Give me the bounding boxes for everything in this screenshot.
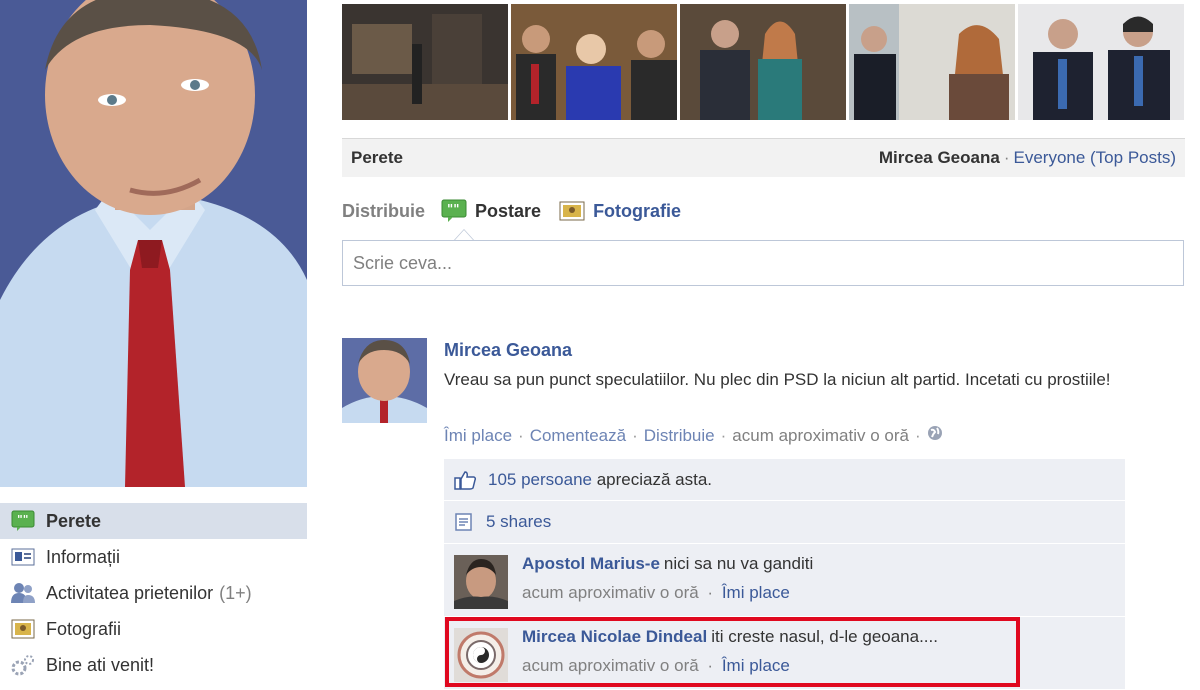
comment-author-name[interactable]: Mircea Nicolae Dindeal xyxy=(522,627,707,646)
tab-label: Postare xyxy=(475,200,542,221)
nav-label: Fotografii xyxy=(46,618,122,639)
separator-dot: · xyxy=(632,425,638,445)
svg-text:"": "" xyxy=(447,202,460,216)
tab-postare[interactable]: "" Postare xyxy=(441,199,541,223)
nav-item-informatii[interactable]: Informații xyxy=(0,539,307,575)
shares-summary: 5 shares xyxy=(444,501,1125,544)
nav-count: (1+) xyxy=(219,582,252,603)
comment-author-avatar[interactable] xyxy=(454,628,508,682)
composer-tabs: Distribuie "" Postare Fotografie xyxy=(342,196,699,226)
separator-dot: · xyxy=(1003,148,1010,167)
thumbs-up-icon xyxy=(454,470,476,490)
friends-icon xyxy=(10,582,36,604)
nav-item-perete[interactable]: "" Perete xyxy=(0,503,307,539)
info-icon xyxy=(10,546,36,568)
wall-header: Perete Mircea Geoana · Everyone (Top Posts… xyxy=(342,138,1185,177)
nav-label: Perete xyxy=(46,510,102,531)
composer-input[interactable] xyxy=(342,240,1184,286)
wall-owner-name[interactable]: Mircea Geoana xyxy=(879,148,1000,167)
photo-icon xyxy=(559,200,585,222)
comment-body: Apostol Marius-e nici sa nu va ganditi xyxy=(522,554,813,574)
wall-filter-link[interactable]: Everyone (Top Posts) xyxy=(1013,148,1176,167)
post-feedback: 105 persoane apreciază asta. 5 shares Ap… xyxy=(444,459,1125,690)
comment-item: Apostol Marius-e nici sa nu va ganditi ac… xyxy=(444,544,1125,617)
comment-meta: acum aproximativ o oră · Îmi place xyxy=(522,656,790,676)
separator-dot: · xyxy=(518,425,524,445)
status-icon: "" xyxy=(441,199,467,223)
post-author-avatar[interactable] xyxy=(342,338,427,423)
recent-photos-strip xyxy=(342,4,1185,120)
nav-label: Bine ati venit! xyxy=(46,654,155,675)
comment-text: nici sa nu va ganditi xyxy=(663,554,814,573)
comment-meta: acum aproximativ o oră · Îmi place xyxy=(522,583,790,603)
left-navigation: "" Perete Informații Activitatea prieten… xyxy=(0,503,307,683)
composer-caret xyxy=(454,229,474,240)
left-column: "" Perete Informații Activitatea prieten… xyxy=(0,0,307,676)
profile-portrait-image xyxy=(0,0,307,487)
separator-dot: · xyxy=(914,425,921,445)
tab-label: Fotografie xyxy=(593,200,682,221)
comment-like-link[interactable]: Îmi place xyxy=(722,656,790,675)
comment-item: Mircea Nicolae Dindeal iti creste nasul, … xyxy=(444,617,1125,690)
separator-dot: · xyxy=(720,425,727,445)
post-author-name[interactable]: Mircea Geoana xyxy=(444,340,572,361)
post-actions: Îmi place · Comentează · Distribuie · ac… xyxy=(444,425,943,446)
likes-count-link[interactable]: 105 persoane xyxy=(488,470,592,490)
comment-author-avatar[interactable] xyxy=(454,555,508,609)
comment-body: Mircea Nicolae Dindeal iti creste nasul, … xyxy=(522,627,938,647)
comment-like-link[interactable]: Îmi place xyxy=(722,583,790,602)
separator-dot: · xyxy=(707,656,714,675)
nav-label: Informații xyxy=(46,546,121,567)
strip-photo-2[interactable] xyxy=(511,4,677,120)
comment-link[interactable]: Comentează xyxy=(530,426,626,446)
wall-filter: Mircea Geoana · Everyone (Top Posts) xyxy=(879,148,1176,168)
comment-timestamp[interactable]: acum aproximativ o oră xyxy=(522,656,699,675)
like-link[interactable]: Îmi place xyxy=(444,426,512,446)
nav-label: Activitatea prietenilor xyxy=(46,582,214,603)
shares-count-link[interactable]: 5 shares xyxy=(486,512,551,532)
svg-text:"": "" xyxy=(17,513,28,526)
strip-photo-4[interactable] xyxy=(849,4,1015,120)
nav-item-fotografii[interactable]: Fotografii xyxy=(0,611,307,647)
likes-suffix: apreciază asta. xyxy=(596,469,713,489)
comment-timestamp[interactable]: acum aproximativ o oră xyxy=(522,583,699,602)
comment-text: iti creste nasul, d-le geoana.... xyxy=(711,627,938,646)
gear-icon xyxy=(10,654,36,676)
globe-icon[interactable] xyxy=(927,425,943,446)
composer-share-label: Distribuie xyxy=(342,200,426,221)
tab-fotografie[interactable]: Fotografie xyxy=(559,200,681,222)
post-message: Vreau sa pun punct speculatiilor. Nu ple… xyxy=(444,370,1111,389)
wall-title: Perete xyxy=(351,148,403,167)
profile-picture[interactable] xyxy=(0,0,307,487)
strip-photo-1[interactable] xyxy=(342,4,508,120)
share-link[interactable]: Distribuie xyxy=(644,426,715,446)
separator-dot: · xyxy=(707,583,714,602)
nav-item-activitatea-prietenilor[interactable]: Activitatea prietenilor (1+) xyxy=(0,575,307,611)
nav-item-bine-ati-venit[interactable]: Bine ati venit! xyxy=(0,647,307,683)
photos-icon xyxy=(10,618,36,640)
post-timestamp[interactable]: acum aproximativ o oră xyxy=(732,426,909,446)
comment-author-name[interactable]: Apostol Marius-e xyxy=(522,554,660,573)
shares-icon xyxy=(454,512,474,532)
strip-photo-5[interactable] xyxy=(1018,4,1184,120)
wall-icon: "" xyxy=(10,510,36,532)
strip-photo-3[interactable] xyxy=(680,4,846,120)
likes-summary: 105 persoane apreciază asta. xyxy=(444,459,1125,501)
